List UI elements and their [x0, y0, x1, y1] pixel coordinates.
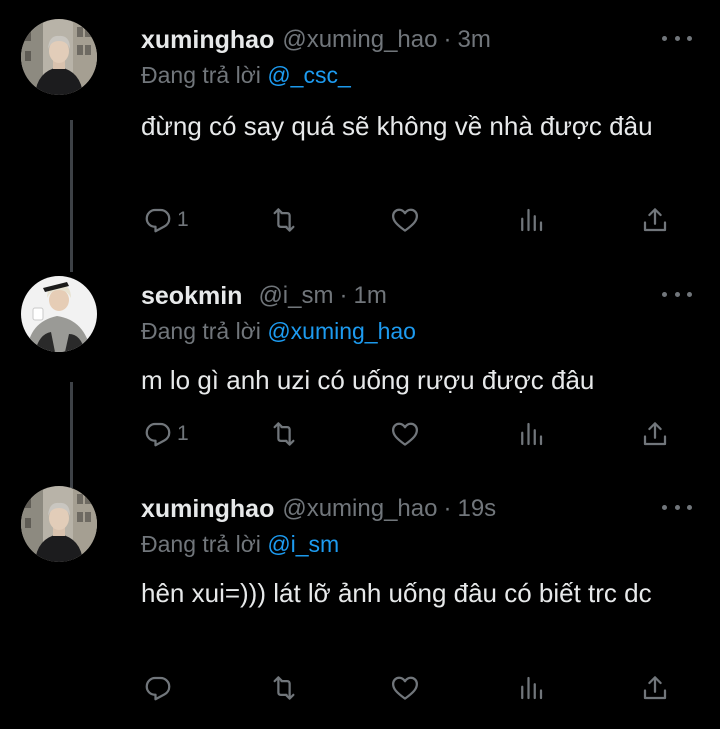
replying-to: Đang trả lời @i_sm [141, 531, 339, 558]
timestamp[interactable]: 1m [353, 282, 386, 310]
tweet-header: xuminghao @xuming_hao · 3m [141, 22, 491, 58]
share-icon [643, 676, 667, 700]
thread-line-1 [70, 120, 73, 272]
views-button[interactable] [516, 673, 546, 703]
avatar-image-xuminghao [21, 19, 97, 95]
reply-count: 1 [177, 208, 189, 231]
retweet-button[interactable] [269, 205, 299, 235]
views-icon [521, 676, 543, 700]
tweet-header: xuminghao @xuming_hao · 19s [141, 491, 496, 527]
action-bar: 1 [0, 205, 720, 239]
share-button[interactable] [640, 673, 670, 703]
like-icon [392, 676, 418, 700]
retweet-icon [273, 208, 295, 232]
retweet-button[interactable] [269, 673, 299, 703]
display-name[interactable]: xuminghao [141, 26, 274, 55]
user-handle[interactable]: @xuming_hao [282, 26, 437, 54]
share-icon [643, 422, 667, 446]
avatar[interactable] [21, 19, 97, 95]
more-icon[interactable] [662, 499, 692, 515]
tweet-text: m lo gì anh uzi có uống rượu được đâu [141, 365, 595, 395]
retweet-icon [273, 422, 295, 446]
timestamp[interactable]: 19s [457, 495, 496, 523]
replying-to-mention[interactable]: @_csc_ [267, 62, 350, 88]
replying-to-label: Đang trả lời [141, 531, 261, 557]
share-button[interactable] [640, 205, 670, 235]
action-bar: 1 [0, 419, 720, 453]
reply-count: 1 [177, 422, 189, 445]
like-button[interactable] [390, 205, 420, 235]
tweet-text: đừng có say quá sẽ không về nhà được đâu [141, 111, 653, 141]
share-button[interactable] [640, 419, 670, 449]
avatar-image-xuminghao [21, 486, 97, 562]
display-name[interactable]: xuminghao [141, 495, 274, 524]
replying-to-label: Đang trả lời [141, 62, 261, 88]
separator-dot: · [443, 495, 452, 522]
reply-button[interactable]: 1 [143, 205, 189, 235]
reply-icon [145, 422, 171, 447]
tweet-text: hên xui=))) lát lỡ ảnh uống đâu có biết … [141, 578, 652, 608]
user-handle[interactable]: @xuming_hao [282, 495, 437, 523]
replying-to: Đang trả lời @xuming_hao [141, 318, 416, 345]
display-name[interactable]: seokmin [141, 282, 242, 311]
more-icon[interactable] [662, 30, 692, 46]
like-icon [392, 422, 418, 446]
replying-to: Đang trả lời @_csc_ [141, 62, 351, 89]
more-icon[interactable] [662, 286, 692, 302]
separator-dot: · [339, 282, 348, 309]
like-button[interactable] [390, 673, 420, 703]
user-handle[interactable]: @i_sm [258, 282, 333, 310]
avatar[interactable] [21, 276, 97, 352]
like-icon [392, 208, 418, 232]
avatar[interactable] [21, 486, 97, 562]
replying-to-label: Đang trả lời [141, 318, 261, 344]
reply-button[interactable]: 1 [143, 419, 189, 449]
separator-dot: · [443, 26, 452, 53]
action-bar [0, 673, 720, 707]
views-button[interactable] [516, 205, 546, 235]
views-icon [521, 208, 543, 232]
replying-to-mention[interactable]: @xuming_hao [267, 318, 416, 344]
reply-icon [145, 208, 171, 233]
avatar-image-seokmin [21, 276, 97, 352]
retweet-icon [273, 676, 295, 700]
retweet-button[interactable] [269, 419, 299, 449]
reply-icon [145, 676, 171, 701]
like-button[interactable] [390, 419, 420, 449]
timestamp[interactable]: 3m [457, 26, 490, 54]
tweet-header: seokmin @i_sm · 1m [141, 278, 387, 314]
views-icon [521, 422, 543, 446]
replying-to-mention[interactable]: @i_sm [267, 531, 339, 557]
share-icon [643, 208, 667, 232]
reply-button[interactable] [143, 673, 177, 703]
views-button[interactable] [516, 419, 546, 449]
